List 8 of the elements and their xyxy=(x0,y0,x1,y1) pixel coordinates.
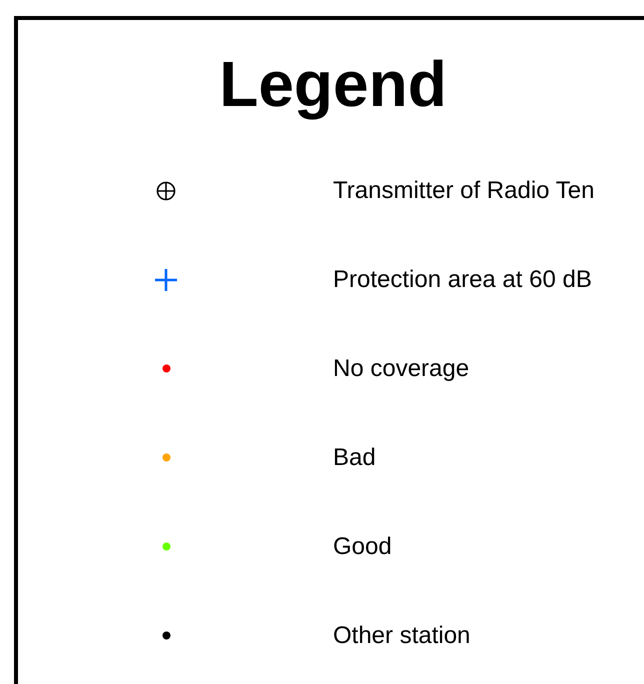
legend-label: Transmitter of Radio Ten xyxy=(333,176,594,204)
legend-label: Good xyxy=(333,532,392,560)
legend-label: No coverage xyxy=(333,354,470,382)
legend-label: Bad xyxy=(333,444,376,472)
legend-label: Protection area at 60 dB xyxy=(333,266,592,294)
plus-icon xyxy=(155,268,177,290)
crosshair-circle-icon xyxy=(156,180,176,200)
legend-label: Other station xyxy=(333,622,470,650)
